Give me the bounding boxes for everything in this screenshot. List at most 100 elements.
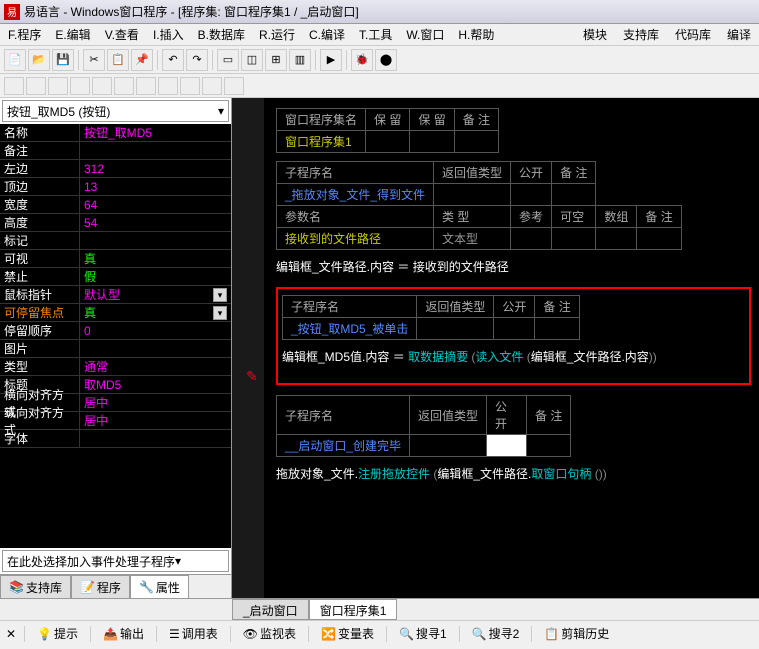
property-value[interactable]: 64 — [80, 196, 231, 213]
property-value[interactable] — [80, 340, 231, 357]
bottom-watch[interactable]: 👁 监视表 — [239, 625, 300, 642]
object-selector[interactable]: 按钮_取MD5 (按钮) ▾ — [2, 100, 229, 122]
new-icon[interactable]: 📄 — [4, 49, 26, 71]
save-icon[interactable]: 💾 — [52, 49, 74, 71]
align8-icon[interactable] — [158, 77, 178, 95]
align-toolbar — [0, 74, 759, 98]
property-row[interactable]: 顶边13 — [0, 178, 231, 196]
property-value[interactable]: 真 — [80, 250, 231, 267]
close-bottom-icon[interactable]: ✕ — [6, 627, 16, 641]
property-row[interactable]: 类型通常 — [0, 358, 231, 376]
bottom-callstack[interactable]: ☰ 调用表 — [165, 625, 222, 642]
redo-icon[interactable]: ↷ — [186, 49, 208, 71]
property-row[interactable]: 图片 — [0, 340, 231, 358]
align2-icon[interactable] — [26, 77, 46, 95]
menu-compile[interactable]: C.编译 — [305, 26, 349, 43]
code-editor[interactable]: ✎ 窗口程序集名保 留保 留备 注 窗口程序集1 子程序名返回值类型公开备 注 … — [232, 98, 759, 598]
property-value[interactable]: 默认型▾ — [80, 286, 231, 303]
copy-icon[interactable]: 📋 — [107, 49, 129, 71]
layout2-icon[interactable]: ◫ — [241, 49, 263, 71]
object-selector-value: 按钮_取MD5 (按钮) — [7, 103, 110, 120]
undo-icon[interactable]: ↶ — [162, 49, 184, 71]
dropdown-icon[interactable]: ▾ — [213, 306, 227, 320]
property-label: 字体 — [0, 430, 80, 447]
align3-icon[interactable] — [48, 77, 68, 95]
property-row[interactable]: 纵向对齐方式居中 — [0, 412, 231, 430]
event-selector[interactable]: 在此处选择加入事件处理子程序 ▾ — [2, 550, 229, 572]
property-row[interactable]: 鼠标指针默认型▾ — [0, 286, 231, 304]
open-icon[interactable]: 📂 — [28, 49, 50, 71]
debug-icon[interactable]: 🐞 — [351, 49, 373, 71]
align1-icon[interactable] — [4, 77, 24, 95]
bottom-cliphist[interactable]: 📋 剪辑历史 — [540, 625, 613, 642]
menu-view[interactable]: V.查看 — [101, 26, 143, 43]
menu-tools[interactable]: T.工具 — [355, 26, 396, 43]
align10-icon[interactable] — [202, 77, 222, 95]
align4-icon[interactable] — [70, 77, 90, 95]
property-value[interactable]: 居中 — [80, 394, 231, 411]
tab-property[interactable]: 🔧 属性 — [130, 575, 189, 598]
menu-database[interactable]: B.数据库 — [194, 26, 249, 43]
run-icon[interactable]: ▶ — [320, 49, 342, 71]
property-row[interactable]: 宽度64 — [0, 196, 231, 214]
tab-support-lib[interactable]: 📚 支持库 — [0, 575, 71, 598]
bottom-search2[interactable]: 🔍 搜寻2 — [468, 625, 524, 642]
property-row[interactable]: 可视真 — [0, 250, 231, 268]
property-value[interactable]: 真▾ — [80, 304, 231, 321]
menu-insert[interactable]: I.插入 — [149, 26, 188, 43]
code-line: 拖放对象_文件.注册拖放控件 (编辑框_文件路径.取窗口句柄 ()) — [276, 465, 751, 482]
menu-codebase[interactable]: 代码库 — [671, 26, 715, 43]
property-value[interactable]: 0 — [80, 322, 231, 339]
property-value[interactable] — [80, 430, 231, 447]
property-value[interactable]: 假 — [80, 268, 231, 285]
property-row[interactable]: 字体 — [0, 430, 231, 448]
property-value[interactable]: 13 — [80, 178, 231, 195]
cut-icon[interactable]: ✂ — [83, 49, 105, 71]
property-row[interactable]: 名称按钮_取MD5 — [0, 124, 231, 142]
property-row[interactable]: 可停留焦点真▾ — [0, 304, 231, 322]
main-area: 按钮_取MD5 (按钮) ▾ 名称按钮_取MD5备注左边312顶边13宽度64高… — [0, 98, 759, 598]
bottom-vars[interactable]: 🔀 变量表 — [317, 625, 378, 642]
property-value[interactable]: 按钮_取MD5 — [80, 124, 231, 141]
menu-compile2[interactable]: 编译 — [723, 26, 755, 43]
bottom-search1[interactable]: 🔍 搜寻1 — [395, 625, 451, 642]
property-value[interactable] — [80, 142, 231, 159]
align7-icon[interactable] — [136, 77, 156, 95]
property-row[interactable]: 停留顺序0 — [0, 322, 231, 340]
align9-icon[interactable] — [180, 77, 200, 95]
property-value[interactable]: 54 — [80, 214, 231, 231]
tab-startup-window[interactable]: _启动窗口 — [232, 599, 309, 620]
layout1-icon[interactable]: ▭ — [217, 49, 239, 71]
tab-program[interactable]: 📝 程序 — [71, 575, 130, 598]
dropdown-icon[interactable]: ▾ — [213, 288, 227, 302]
bottom-output[interactable]: 📤 输出 — [99, 625, 148, 642]
tab-module[interactable]: 窗口程序集1 — [309, 599, 398, 620]
property-table[interactable]: 名称按钮_取MD5备注左边312顶边13宽度64高度54标记可视真禁止假鼠标指针… — [0, 124, 231, 548]
menu-support[interactable]: 支持库 — [619, 26, 663, 43]
menu-window[interactable]: W.窗口 — [402, 26, 448, 43]
layout4-icon[interactable]: ▥ — [289, 49, 311, 71]
align6-icon[interactable] — [114, 77, 134, 95]
bottom-tip[interactable]: 💡 提示 — [33, 625, 82, 642]
property-row[interactable]: 标记 — [0, 232, 231, 250]
event-selector-value: 在此处选择加入事件处理子程序 — [7, 553, 175, 570]
property-value[interactable] — [80, 232, 231, 249]
property-value[interactable]: 居中 — [80, 412, 231, 429]
property-value[interactable]: 312 — [80, 160, 231, 177]
menu-edit[interactable]: E.编辑 — [51, 26, 94, 43]
layout3-icon[interactable]: ⊞ — [265, 49, 287, 71]
menu-file[interactable]: F.程序 — [4, 26, 45, 43]
align11-icon[interactable] — [224, 77, 244, 95]
paste-icon[interactable]: 📌 — [131, 49, 153, 71]
menu-help[interactable]: H.帮助 — [454, 26, 498, 43]
menu-module[interactable]: 模块 — [579, 26, 611, 43]
property-value[interactable]: 取MD5 — [80, 376, 231, 393]
align5-icon[interactable] — [92, 77, 112, 95]
property-row[interactable]: 备注 — [0, 142, 231, 160]
property-row[interactable]: 禁止假 — [0, 268, 231, 286]
property-row[interactable]: 高度54 — [0, 214, 231, 232]
property-row[interactable]: 左边312 — [0, 160, 231, 178]
property-value[interactable]: 通常 — [80, 358, 231, 375]
break-icon[interactable]: ⬤ — [375, 49, 397, 71]
menu-run[interactable]: R.运行 — [255, 26, 299, 43]
